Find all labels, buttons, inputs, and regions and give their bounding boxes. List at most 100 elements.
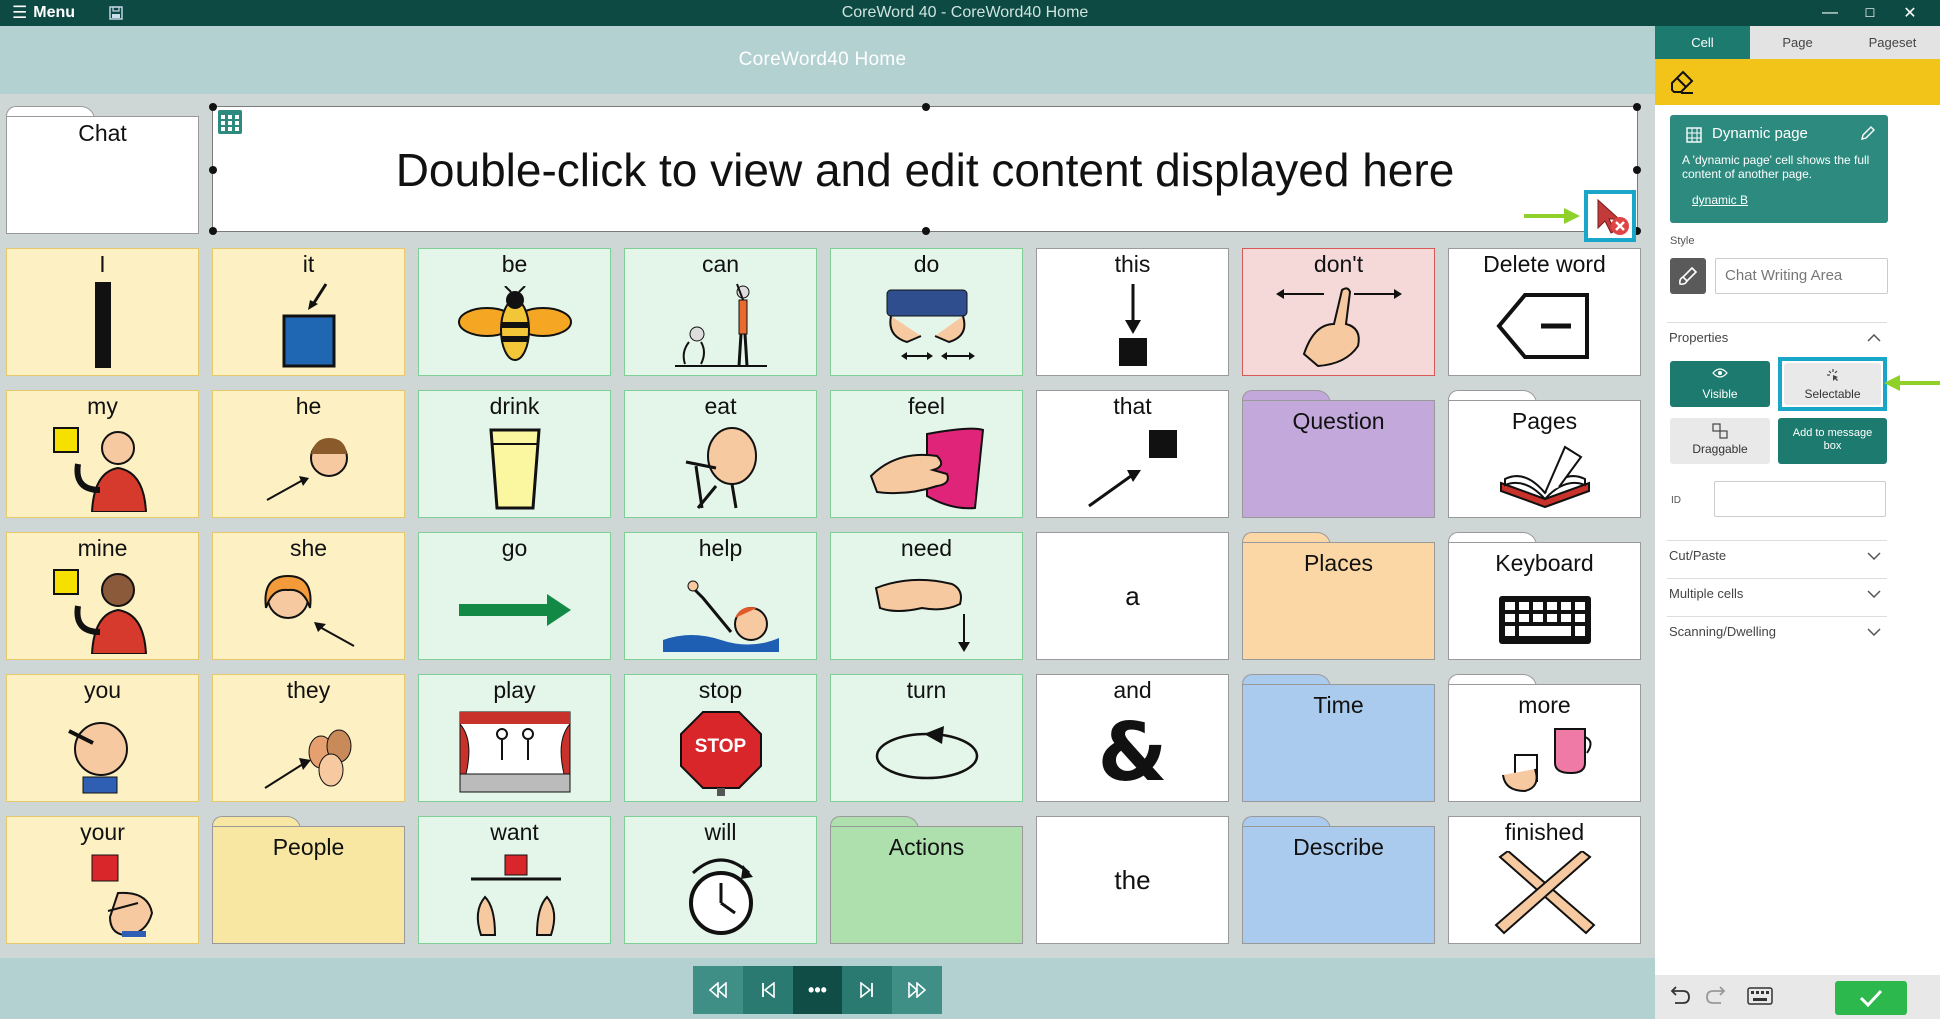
next-page-button[interactable] xyxy=(842,966,893,1014)
ellipsis-icon: ••• xyxy=(808,979,827,1000)
not-selectable-indicator[interactable] xyxy=(1584,190,1636,242)
save-button[interactable] xyxy=(100,0,132,26)
cell-label: need xyxy=(900,535,953,561)
bee-icon xyxy=(419,281,610,371)
cell-eat[interactable]: eat xyxy=(624,390,817,518)
resize-handle[interactable] xyxy=(209,166,217,174)
eye-icon xyxy=(1712,368,1728,378)
cell-go[interactable]: go xyxy=(418,532,611,660)
tab-cell[interactable]: Cell xyxy=(1655,26,1750,59)
folder-pages[interactable]: Pages xyxy=(1448,390,1641,518)
cell-my[interactable]: my xyxy=(6,390,199,518)
cell-a[interactable]: a xyxy=(1036,532,1229,660)
style-brush-button[interactable] xyxy=(1670,258,1706,294)
help-icon xyxy=(625,565,816,655)
cell-finished[interactable]: finished xyxy=(1448,816,1641,944)
folder-actions[interactable]: Actions xyxy=(830,816,1023,944)
eraser-icon xyxy=(1671,70,1694,94)
eraser-button[interactable] xyxy=(1669,69,1695,95)
selectable-toggle[interactable]: Selectable xyxy=(1784,363,1881,405)
cut-paste-section[interactable]: Cut/Paste xyxy=(1667,540,1887,570)
cell-she[interactable]: she xyxy=(212,532,405,660)
properties-section-header[interactable]: Properties xyxy=(1667,322,1887,352)
tab-pageset[interactable]: Pageset xyxy=(1845,26,1940,59)
last-page-button[interactable] xyxy=(892,966,942,1014)
page-header: CoreWord40 Home xyxy=(0,26,1655,94)
chat-label: Chat xyxy=(78,120,127,146)
chevron-down-icon xyxy=(1867,589,1881,598)
cell-can[interactable]: can xyxy=(624,248,817,376)
folder-time[interactable]: Time xyxy=(1242,674,1435,802)
cell-it[interactable]: it xyxy=(212,248,405,376)
draggable-toggle[interactable]: Draggable xyxy=(1670,418,1770,464)
scanning-dwelling-section[interactable]: Scanning/Dwelling xyxy=(1667,616,1887,646)
editor-panel: Cell Page Pageset Dynamic page A 'dynami… xyxy=(1655,26,1940,1019)
cell-i[interactable]: I xyxy=(6,248,199,376)
cell-want[interactable]: want xyxy=(418,816,611,944)
folder-people[interactable]: People xyxy=(212,816,405,944)
cell-you[interactable]: you xyxy=(6,674,199,802)
resize-handle[interactable] xyxy=(209,227,217,235)
cell-be[interactable]: be xyxy=(418,248,611,376)
cell-that[interactable]: that xyxy=(1036,390,1229,518)
selectable-highlight: Selectable xyxy=(1778,357,1887,411)
cell-need[interactable]: need xyxy=(830,532,1023,660)
cell-play[interactable]: play xyxy=(418,674,611,802)
cell-your[interactable]: your xyxy=(6,816,199,944)
resize-handle[interactable] xyxy=(1633,103,1641,111)
resize-handle[interactable] xyxy=(922,103,930,111)
cell-do[interactable]: do xyxy=(830,248,1023,376)
menu-button[interactable]: ☰ Menu xyxy=(0,0,100,26)
resize-handle[interactable] xyxy=(209,103,217,111)
confirm-button[interactable] xyxy=(1835,981,1907,1015)
cell-turn[interactable]: turn xyxy=(830,674,1023,802)
resize-handle[interactable] xyxy=(1633,166,1641,174)
close-button[interactable]: ✕ xyxy=(1890,0,1930,26)
resize-handle[interactable] xyxy=(922,227,930,235)
theatre-icon xyxy=(419,707,610,797)
tab-page[interactable]: Page xyxy=(1750,26,1845,59)
add-to-message-box-toggle[interactable]: Add to message box xyxy=(1778,418,1887,464)
first-page-button[interactable] xyxy=(693,966,743,1014)
edit-dynamic-page-button[interactable] xyxy=(1860,125,1876,146)
cell-drink[interactable]: drink xyxy=(418,390,611,518)
undo-button[interactable] xyxy=(1667,985,1693,1009)
grid-icon xyxy=(1686,127,1702,143)
cell-mine[interactable]: mine xyxy=(6,532,199,660)
dynamic-page-link[interactable]: dynamic B xyxy=(1692,193,1748,207)
folder-keyboard[interactable]: Keyboard xyxy=(1448,532,1641,660)
cell-help[interactable]: help xyxy=(624,532,817,660)
chat-cell[interactable]: Chat xyxy=(6,106,199,234)
cell-dont[interactable]: don't xyxy=(1242,248,1435,376)
cell-this[interactable]: this xyxy=(1036,248,1229,376)
cell-and[interactable]: and & xyxy=(1036,674,1229,802)
keyboard-toggle-button[interactable] xyxy=(1747,987,1775,1007)
minimize-button[interactable]: — xyxy=(1810,0,1850,26)
cell-label: a xyxy=(1125,581,1140,611)
more-options-button[interactable]: ••• xyxy=(792,966,843,1014)
cell-will[interactable]: will xyxy=(624,816,817,944)
cell-the[interactable]: the xyxy=(1036,816,1229,944)
maximize-button[interactable]: ☐ xyxy=(1850,0,1890,26)
can-icon xyxy=(625,281,816,371)
cell-delete-word[interactable]: Delete word xyxy=(1448,248,1641,376)
folder-places[interactable]: Places xyxy=(1242,532,1435,660)
visible-toggle[interactable]: Visible xyxy=(1670,361,1770,407)
folder-more[interactable]: more xyxy=(1448,674,1641,802)
cell-feel[interactable]: feel xyxy=(830,390,1023,518)
multiple-cells-section[interactable]: Multiple cells xyxy=(1667,578,1887,608)
cell-they[interactable]: they xyxy=(212,674,405,802)
step-forward-icon xyxy=(860,982,874,998)
cell-stop[interactable]: stop STOP xyxy=(624,674,817,802)
folder-describe[interactable]: Describe xyxy=(1242,816,1435,944)
id-input[interactable] xyxy=(1714,481,1886,517)
dont-icon xyxy=(1243,281,1434,371)
style-select[interactable]: Chat Writing Area xyxy=(1715,258,1888,294)
folder-question[interactable]: Question xyxy=(1242,390,1435,518)
redo-button[interactable] xyxy=(1705,985,1731,1009)
check-icon xyxy=(1859,989,1883,1007)
cell-label: your xyxy=(80,819,125,845)
cell-he[interactable]: he xyxy=(212,390,405,518)
previous-page-button[interactable] xyxy=(742,966,793,1014)
message-bar[interactable]: Double-click to view and edit content di… xyxy=(209,103,1641,235)
